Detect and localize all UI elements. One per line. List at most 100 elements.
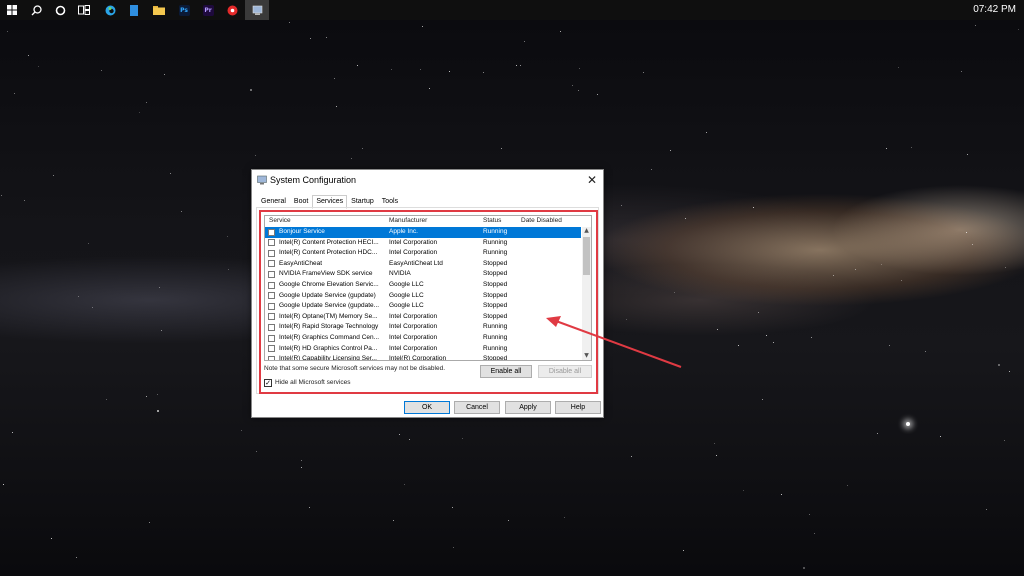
star <box>998 364 1000 366</box>
cancel-button[interactable]: Cancel <box>454 401 500 414</box>
star <box>161 330 162 331</box>
star <box>925 351 926 352</box>
star <box>524 41 525 42</box>
star <box>334 78 335 79</box>
star <box>967 154 968 155</box>
star <box>309 507 310 508</box>
star <box>159 287 160 288</box>
star <box>404 484 405 485</box>
star <box>621 205 622 206</box>
star <box>685 218 686 219</box>
star <box>88 243 89 244</box>
star <box>579 68 580 69</box>
star <box>762 399 763 400</box>
star <box>38 66 39 67</box>
search-icon[interactable] <box>24 0 48 20</box>
star <box>1004 440 1005 441</box>
star <box>706 132 707 133</box>
star <box>753 207 754 208</box>
star <box>351 158 352 159</box>
star <box>391 69 392 70</box>
star <box>738 345 739 346</box>
star <box>76 557 77 558</box>
task-view-icon[interactable] <box>72 0 96 20</box>
apply-button[interactable]: Apply <box>505 401 551 414</box>
star <box>12 432 13 433</box>
app-icon[interactable] <box>220 0 244 20</box>
star <box>643 72 644 73</box>
star <box>877 433 878 434</box>
document-icon[interactable] <box>122 0 146 20</box>
star <box>986 509 987 510</box>
star <box>683 550 684 551</box>
cortana-icon[interactable] <box>48 0 72 20</box>
title-bar[interactable]: System Configuration ✕ <box>252 170 603 192</box>
star <box>670 150 671 151</box>
star <box>310 38 311 39</box>
star <box>714 443 715 444</box>
star <box>578 90 579 91</box>
star <box>393 520 394 521</box>
star <box>357 65 358 66</box>
star <box>164 74 165 75</box>
star <box>157 410 159 412</box>
star <box>516 65 517 66</box>
star <box>228 269 229 270</box>
help-button[interactable]: Help <box>555 401 601 414</box>
photoshop-label: Ps <box>178 4 190 16</box>
premiere-icon[interactable]: Pr <box>196 0 220 20</box>
tab-bar: General Boot Services Startup Tools <box>257 195 402 209</box>
star <box>301 460 302 461</box>
star <box>811 337 812 338</box>
star <box>51 538 52 539</box>
star <box>1009 371 1010 372</box>
star <box>781 494 782 495</box>
star <box>289 22 290 23</box>
star <box>743 490 744 491</box>
star <box>651 169 652 170</box>
star <box>250 89 252 91</box>
windows-start-icon[interactable] <box>0 0 24 20</box>
star <box>520 65 521 66</box>
close-button[interactable]: ✕ <box>583 172 601 188</box>
star <box>452 507 453 508</box>
ok-button[interactable]: OK <box>404 401 450 414</box>
star <box>803 567 805 569</box>
star <box>674 292 675 293</box>
highlight-rectangle <box>259 210 598 394</box>
clock[interactable]: 07:42 PM <box>973 4 1016 15</box>
star <box>597 94 598 95</box>
photoshop-icon[interactable]: Ps <box>172 0 196 20</box>
star <box>626 319 627 320</box>
star <box>814 533 815 534</box>
system-configuration-icon[interactable] <box>245 0 269 20</box>
star <box>966 232 967 233</box>
star <box>972 244 973 245</box>
star <box>7 31 8 32</box>
star <box>901 280 902 281</box>
star <box>940 436 941 437</box>
system-configuration-window: System Configuration ✕ General Boot Serv… <box>251 169 604 418</box>
system-configuration-icon <box>257 175 267 185</box>
star <box>256 451 257 452</box>
edge-icon[interactable] <box>98 0 122 20</box>
star <box>92 307 93 308</box>
star <box>1018 29 1019 30</box>
star <box>449 71 450 72</box>
star <box>14 93 15 94</box>
star <box>106 399 107 400</box>
star <box>227 236 228 237</box>
window-title: System Configuration <box>270 175 357 185</box>
star <box>157 394 158 395</box>
star <box>139 112 140 113</box>
star <box>508 520 509 521</box>
star <box>420 69 421 70</box>
star <box>181 211 182 212</box>
star <box>409 439 410 440</box>
folder-icon[interactable] <box>147 0 171 20</box>
premiere-label: Pr <box>202 4 214 16</box>
star <box>3 484 4 485</box>
star <box>1 195 2 196</box>
star <box>399 434 400 435</box>
star <box>336 106 337 107</box>
